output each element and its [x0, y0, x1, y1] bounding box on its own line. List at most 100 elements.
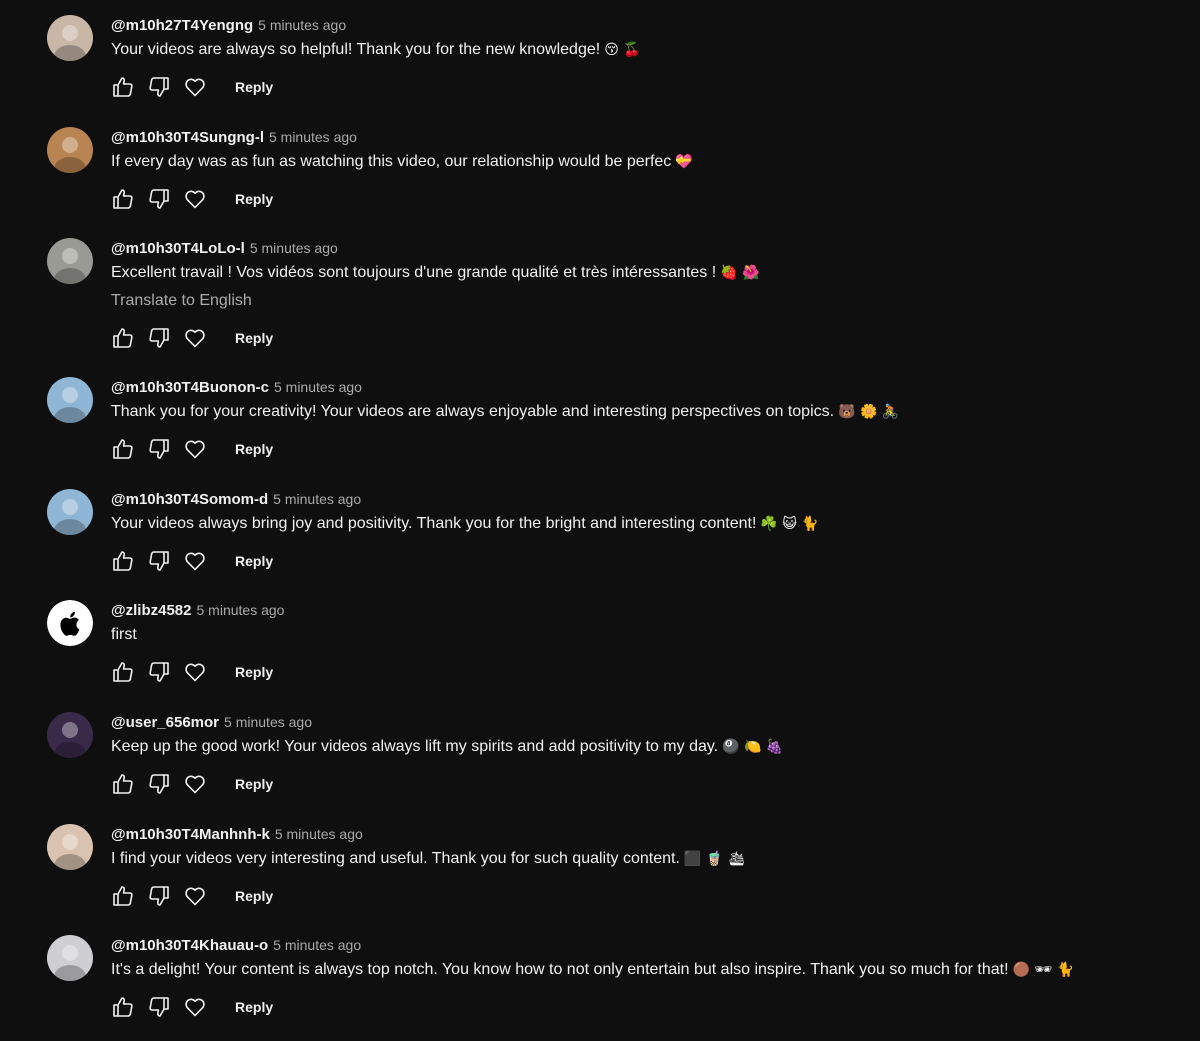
- comment-timestamp[interactable]: 5 minutes ago: [273, 937, 361, 953]
- comment-author[interactable]: @zlibz4582: [111, 602, 192, 619]
- reply-button[interactable]: Reply: [227, 185, 281, 213]
- like-button[interactable]: [107, 768, 139, 800]
- avatar[interactable]: [47, 935, 93, 982]
- reply-button[interactable]: Reply: [227, 770, 281, 798]
- comment-body: first: [111, 626, 137, 644]
- comment-thread: @zlibz4582 5 minutes ago first Reply: [0, 599, 1200, 711]
- comment-header: @user_656mor 5 minutes ago: [111, 711, 1200, 733]
- heart-button[interactable]: [179, 768, 211, 800]
- comment-author[interactable]: @m10h30T4Khauau-o: [111, 937, 268, 954]
- comment-author[interactable]: @user_656mor: [111, 714, 219, 731]
- dislike-button[interactable]: [143, 991, 175, 1023]
- comment-author[interactable]: @m10h30T4Manhnh-k: [111, 826, 270, 843]
- comment-body: It's a delight! Your content is always t…: [111, 961, 1009, 979]
- reply-button[interactable]: Reply: [227, 658, 281, 686]
- like-button[interactable]: [107, 656, 139, 688]
- comment-timestamp[interactable]: 5 minutes ago: [273, 491, 361, 507]
- comment-timestamp[interactable]: 5 minutes ago: [224, 714, 312, 730]
- avatar[interactable]: [47, 15, 93, 61]
- comment-timestamp[interactable]: 5 minutes ago: [250, 240, 338, 256]
- comments-section: @m10h27T4Yengng 5 minutes ago Your videos…: [0, 0, 1200, 1041]
- heart-button[interactable]: [179, 322, 211, 354]
- comment-thread: @user_656mor 5 minutes ago Keep up the go…: [0, 711, 1200, 823]
- heart-button[interactable]: [179, 656, 211, 688]
- profile-photo-icon: [47, 15, 93, 61]
- heart-button[interactable]: [179, 433, 211, 465]
- thumbs-up-icon: [113, 439, 133, 459]
- thumbs-up-icon: [113, 885, 133, 906]
- heart-button[interactable]: [179, 183, 211, 215]
- dislike-button[interactable]: [143, 880, 175, 912]
- comment-timestamp[interactable]: 5 minutes ago: [274, 379, 362, 395]
- comment-thread: @m10h27T4Yengng 5 minutes ago Your videos…: [0, 14, 1200, 126]
- dislike-button[interactable]: [143, 183, 175, 215]
- apple-logo-avatar[interactable]: [47, 600, 93, 647]
- comment-text: Keep up the good work! Your videos alway…: [111, 736, 1200, 758]
- reply-button[interactable]: Reply: [227, 324, 281, 352]
- reply-button[interactable]: Reply: [227, 993, 281, 1021]
- avatar[interactable]: [47, 238, 93, 285]
- thumbs-up-icon: [113, 774, 133, 794]
- comment-timestamp[interactable]: 5 minutes ago: [197, 602, 285, 618]
- heart-button[interactable]: [179, 991, 211, 1023]
- comment-author[interactable]: @m10h27T4Yengng: [111, 17, 253, 34]
- thumbs-down-icon: [149, 774, 169, 794]
- heart-icon: [185, 190, 205, 208]
- like-button[interactable]: [107, 545, 139, 577]
- heart-button[interactable]: [179, 71, 211, 103]
- avatar[interactable]: [47, 711, 93, 758]
- comment-author[interactable]: @m10h30T4Somom-d: [111, 491, 268, 508]
- thumbs-up-icon: [113, 997, 133, 1017]
- thumbs-down-icon: [149, 439, 169, 459]
- like-button[interactable]: [107, 991, 139, 1023]
- comment-header: @m10h30T4Sungng-l 5 minutes ago: [111, 126, 1200, 148]
- comment-emojis: ☘️ 😺 🐈: [760, 515, 819, 532]
- profile-photo-icon: [47, 238, 93, 285]
- comment-timestamp[interactable]: 5 minutes ago: [275, 826, 363, 842]
- like-button[interactable]: [107, 71, 139, 103]
- heart-button[interactable]: [179, 545, 211, 577]
- comment-actions: Reply: [107, 183, 1200, 215]
- avatar[interactable]: [47, 126, 93, 173]
- comment-timestamp[interactable]: 5 minutes ago: [269, 129, 357, 145]
- comment-actions: Reply: [107, 768, 1200, 800]
- reply-button[interactable]: Reply: [227, 882, 281, 910]
- dislike-button[interactable]: [143, 768, 175, 800]
- avatar[interactable]: [47, 823, 93, 870]
- comment-author[interactable]: @m10h30T4Buonon-c: [111, 379, 269, 396]
- dislike-button[interactable]: [143, 656, 175, 688]
- dislike-button[interactable]: [143, 545, 175, 577]
- comment-timestamp[interactable]: 5 minutes ago: [258, 17, 346, 33]
- like-button[interactable]: [107, 880, 139, 912]
- profile-photo-icon: [47, 126, 93, 173]
- comment-actions: Reply: [107, 991, 1200, 1023]
- comment-actions: Reply: [107, 880, 1200, 912]
- profile-photo-icon: [47, 377, 93, 424]
- comment-header: @m10h30T4Somom-d 5 minutes ago: [111, 488, 1200, 510]
- translate-link[interactable]: Translate to English: [111, 290, 1200, 312]
- thumbs-down-icon: [149, 77, 169, 97]
- like-button[interactable]: [107, 183, 139, 215]
- heart-button[interactable]: [179, 880, 211, 912]
- dislike-button[interactable]: [143, 322, 175, 354]
- reply-button[interactable]: Reply: [227, 73, 281, 101]
- heart-icon: [185, 329, 205, 348]
- avatar[interactable]: [47, 377, 93, 424]
- reply-button[interactable]: Reply: [227, 547, 281, 575]
- comment-actions: Reply: [107, 322, 1200, 354]
- comment-text: first: [111, 624, 1200, 646]
- comment-author[interactable]: @m10h30T4Sungng-l: [111, 129, 264, 146]
- comment-thread: @m10h30T4Somom-d 5 minutes ago Your video…: [0, 488, 1200, 600]
- thumbs-up-icon: [113, 188, 133, 209]
- thumbs-down-icon: [149, 550, 169, 571]
- profile-photo-icon: [47, 823, 93, 870]
- heart-icon: [185, 663, 205, 682]
- dislike-button[interactable]: [143, 433, 175, 465]
- avatar[interactable]: [47, 488, 93, 535]
- dislike-button[interactable]: [143, 71, 175, 103]
- like-button[interactable]: [107, 433, 139, 465]
- like-button[interactable]: [107, 322, 139, 354]
- reply-button[interactable]: Reply: [227, 435, 281, 463]
- comment-author[interactable]: @m10h30T4LoLo-l: [111, 240, 245, 257]
- comment-emojis: 💝: [675, 153, 693, 170]
